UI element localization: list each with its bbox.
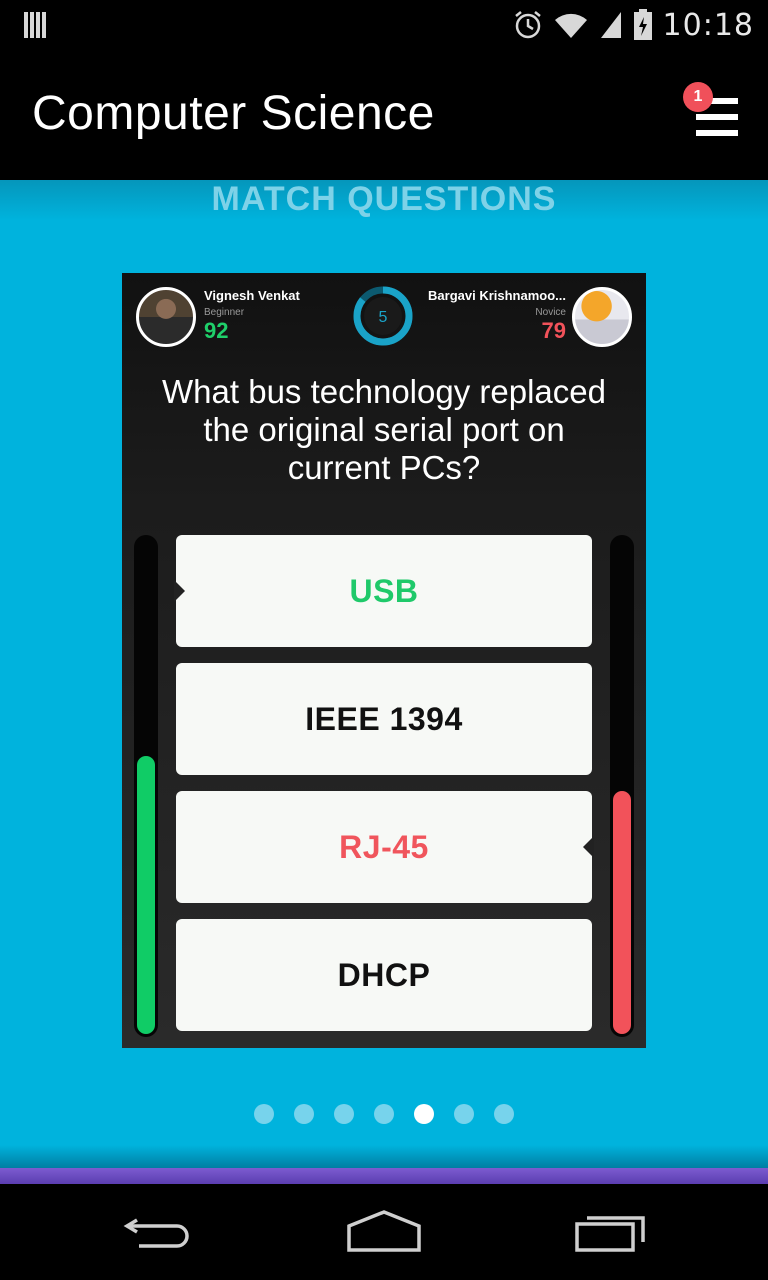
system-nav-bar — [0, 1184, 768, 1280]
battery-icon — [633, 9, 652, 40]
player-right-name: Bargavi Krishnamoo... — [428, 288, 566, 303]
answer-label: USB — [349, 572, 419, 609]
player-right-pick-marker — [583, 836, 594, 858]
avatar-right — [572, 287, 632, 347]
alarm-icon — [514, 11, 541, 39]
bottom-action-strip[interactable] — [0, 1168, 768, 1184]
page-dot-active[interactable] — [414, 1104, 434, 1124]
menu-icon-bar — [696, 114, 738, 120]
page-dot[interactable] — [334, 1104, 354, 1124]
page-title: Computer Science — [32, 87, 435, 140]
status-icons: 10:18 — [513, 6, 754, 44]
page-dot[interactable] — [454, 1104, 474, 1124]
page-indicator[interactable] — [0, 1104, 768, 1124]
clock: 10:18 — [662, 7, 754, 43]
answer-label: IEEE 1394 — [305, 700, 463, 737]
score-bar-right — [610, 535, 634, 1037]
player-left-score: 92 — [204, 318, 229, 343]
back-icon[interactable] — [115, 1204, 205, 1260]
wifi-icon — [554, 13, 587, 38]
player-right-score: 79 — [541, 318, 566, 343]
player-left-name: Vignesh Venkat — [204, 288, 300, 303]
answer-option: DHCP — [176, 919, 592, 1031]
notification-badge: 1 — [683, 82, 713, 112]
section-title: MATCH QUESTIONS — [211, 180, 557, 218]
home-icon[interactable] — [339, 1204, 429, 1260]
page-dot[interactable] — [294, 1104, 314, 1124]
page-dot[interactable] — [254, 1104, 274, 1124]
player-left-level: Beginner — [204, 307, 245, 318]
answer-option: USB — [174, 535, 592, 647]
storage-icon — [24, 12, 48, 38]
answer-option: IEEE 1394 — [176, 663, 592, 775]
app-bar: Computer Science — [0, 50, 768, 180]
status-bar: 10:18 — [0, 0, 768, 50]
tutorial-carousel[interactable]: MATCH QUESTIONS Vignesh Venkat Beginner … — [0, 180, 768, 1168]
page-dot[interactable] — [494, 1104, 514, 1124]
answer-option: RJ-45 — [176, 791, 594, 903]
answer-label: RJ-45 — [339, 828, 429, 865]
score-bar-left — [134, 535, 158, 1037]
timer-ring: 5 — [353, 286, 413, 346]
answer-label: DHCP — [337, 956, 431, 993]
avatar-left — [136, 287, 196, 347]
score-bar-left-fill — [137, 756, 155, 1034]
menu-icon-bar — [696, 130, 738, 136]
player-right-level: Novice — [535, 307, 566, 318]
match-preview-card: Vignesh Venkat Beginner 92 5 Bargavi Kri… — [122, 273, 646, 1048]
page-dot[interactable] — [374, 1104, 394, 1124]
question-text: What bus technology replaced the origina… — [162, 373, 606, 486]
bottom-shadow — [0, 1145, 768, 1168]
score-bar-right-fill — [613, 791, 631, 1034]
player-left-pick-marker — [174, 580, 185, 602]
signal-icon — [600, 12, 621, 38]
timer-value: 5 — [379, 309, 388, 326]
recent-apps-icon[interactable] — [565, 1204, 655, 1260]
